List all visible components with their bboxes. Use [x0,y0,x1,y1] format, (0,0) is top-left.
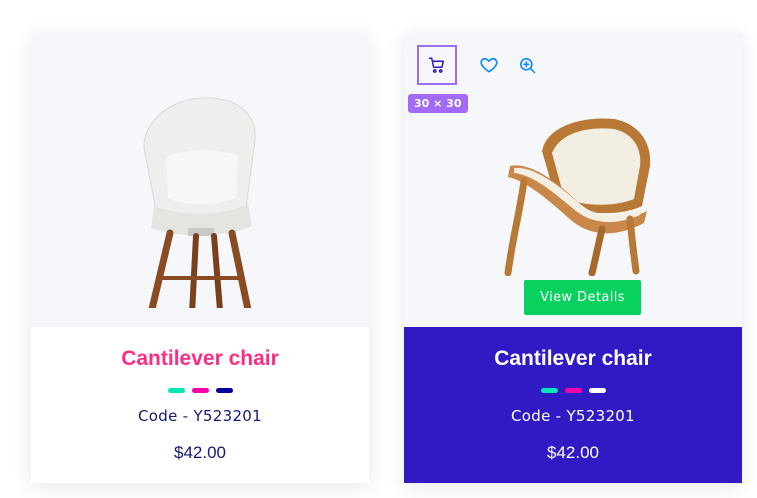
wishlist-button[interactable] [474,50,504,80]
product-card-highlighted[interactable]: 30 × 30 View Details Cantilever chair Co… [404,33,742,483]
quick-view-button[interactable] [512,50,542,80]
heart-icon [480,57,498,73]
color-swatches [404,388,742,393]
product-code: Code - Y523201 [138,407,262,425]
product-image-area [31,33,369,327]
product-image-area: 30 × 30 View Details [404,33,742,327]
product-price: $42.00 [174,443,226,462]
color-swatch[interactable] [588,388,606,393]
color-swatches [31,388,369,393]
product-price: $42.00 [547,443,599,462]
product-code: Code - Y523201 [511,407,635,425]
product-image [504,118,651,276]
color-swatch[interactable] [564,388,582,393]
zoom-in-icon [519,57,535,73]
product-title[interactable]: Cantilever chair [31,347,369,371]
color-swatch[interactable] [215,388,233,393]
product-info: Cantilever chair Code - Y523201 $42.00 [31,327,369,483]
color-swatch[interactable] [540,388,558,393]
product-info: Cantilever chair Code - Y523201 $42.00 [404,327,742,483]
color-swatch[interactable] [167,388,185,393]
view-details-button[interactable]: View Details [524,280,641,315]
cart-icon [428,57,445,73]
product-title[interactable]: Cantilever chair [404,347,742,371]
add-to-cart-button[interactable] [417,45,457,85]
product-image [143,97,256,308]
color-swatch[interactable] [191,388,209,393]
size-badge: 30 × 30 [408,94,468,113]
product-card[interactable]: Cantilever chair Code - Y523201 $42.00 [31,33,369,483]
